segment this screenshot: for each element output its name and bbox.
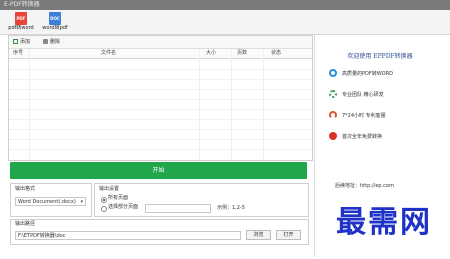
- doc-file-icon: DOC: [49, 12, 61, 25]
- feature-item: 高质量的PDF转WORD: [329, 69, 393, 79]
- all-pages-label: 所有页面: [108, 195, 129, 201]
- output-path-label: 输出路径: [15, 221, 36, 227]
- file-list-panel: 添加 删除 序号 文件名 大小 页数 状态: [8, 35, 313, 161]
- output-path-input[interactable]: F:\ETPDF转换器\doc: [15, 231, 241, 240]
- sidebar-title: 欢迎使用 EPPDF转换器: [347, 53, 413, 60]
- gear-icon: [329, 90, 337, 98]
- row-divider: [9, 79, 312, 80]
- column-divider: [29, 49, 30, 160]
- column-divider: [199, 49, 200, 160]
- browse-button[interactable]: 浏览: [246, 230, 271, 240]
- output-path-panel: 输出路径 F:\ETPDF转换器\doc 浏览 打开: [10, 219, 309, 245]
- col-pages[interactable]: 页数: [237, 49, 247, 58]
- select-pages-radio[interactable]: [101, 206, 107, 212]
- feature-text: 高质量的PDF转WORD: [342, 71, 393, 77]
- feature-text: 7*24小时 专利客服: [342, 113, 386, 119]
- feature-item: 专业团队 精心研发: [329, 90, 384, 100]
- add-icon: [13, 39, 18, 44]
- add-label: 添加: [20, 39, 31, 45]
- output-format-panel: 输出格式 Word Document(.docx) ▾: [10, 183, 92, 217]
- row-divider: [9, 119, 312, 120]
- feature-item: 首次全年免费转换: [329, 132, 382, 142]
- feature-text: 首次全年免费转换: [342, 134, 383, 140]
- column-divider: [263, 49, 264, 160]
- output-format-label: 输出格式: [15, 186, 36, 192]
- col-status[interactable]: 状态: [271, 49, 281, 58]
- word-to-pdf-button[interactable]: DOC word转pdf: [40, 11, 70, 33]
- row-divider: [9, 149, 312, 150]
- chevron-down-icon: ▾: [80, 199, 83, 205]
- delete-label: 删除: [50, 39, 61, 45]
- title-bar: E-PDF转换器: [0, 0, 450, 10]
- add-button[interactable]: 添加: [13, 38, 30, 46]
- row-divider: [9, 139, 312, 140]
- output-settings-panel: 输出设置 所有页面 选择部分页面 示例：1,2-5: [94, 183, 309, 217]
- column-divider: [231, 49, 232, 160]
- row-divider: [9, 129, 312, 130]
- output-format-value: Word Document(.docx): [18, 199, 76, 205]
- no-fee-icon: [329, 132, 337, 140]
- col-filename[interactable]: 文件名: [101, 49, 116, 58]
- word-to-pdf-label: word转pdf: [42, 25, 68, 31]
- feature-text: 专业团队 精心研发: [342, 92, 384, 98]
- trash-icon: [43, 39, 48, 44]
- row-divider: [9, 99, 312, 100]
- row-divider: [9, 69, 312, 70]
- row-divider: [9, 89, 312, 90]
- page-range-hint: 示例：1,2-5: [217, 205, 245, 211]
- output-settings-label: 输出设置: [99, 186, 120, 192]
- col-index[interactable]: 序号: [13, 49, 23, 58]
- select-pages-label: 选择部分页面: [108, 204, 139, 210]
- watermark-text: 最需网: [336, 205, 432, 240]
- table-header: 序号 文件名 大小 页数 状态: [9, 49, 312, 59]
- all-pages-radio[interactable]: [101, 197, 107, 203]
- window-title: E-PDF转换器: [4, 1, 40, 8]
- output-path-value: F:\ETPDF转换器\doc: [18, 233, 66, 239]
- delete-button[interactable]: 删除: [43, 38, 60, 46]
- start-button[interactable]: 开始: [10, 162, 307, 179]
- row-divider: [9, 109, 312, 110]
- page-range-input[interactable]: [145, 204, 211, 213]
- file-toolbar: 添加 删除: [9, 36, 312, 49]
- headset-icon: [329, 111, 337, 119]
- pdf-to-word-button[interactable]: PDF pdf转word: [6, 11, 36, 33]
- col-size[interactable]: 大小: [206, 49, 216, 58]
- open-button[interactable]: 打开: [276, 230, 301, 240]
- ribbon: PDF pdf转word DOC word转pdf: [0, 10, 450, 35]
- pdf-to-word-label: pdf转word: [8, 25, 34, 31]
- feature-item: 7*24小时 专利客服: [329, 111, 386, 121]
- pdf-file-icon: PDF: [15, 12, 27, 25]
- contact-link[interactable]: 后续地址：http://ep.com: [335, 182, 394, 189]
- refresh-icon: [329, 69, 337, 77]
- output-format-select[interactable]: Word Document(.docx) ▾: [15, 197, 86, 206]
